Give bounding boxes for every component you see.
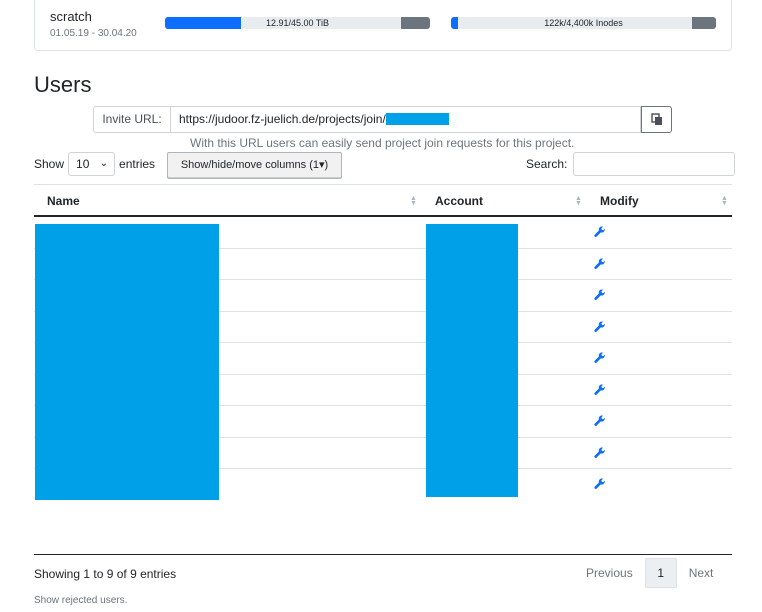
wrench-icon[interactable] [594, 352, 606, 364]
column-header-modify[interactable]: Modify [600, 185, 639, 217]
column-visibility-label: Show/hide/move columns (1 [180, 159, 319, 171]
search-control: Search: [526, 152, 736, 176]
next-button[interactable]: Next [677, 558, 726, 588]
table-info: Showing 1 to 9 of 9 entries [34, 567, 177, 581]
page-button-1[interactable]: 1 [644, 558, 677, 588]
storage-name: scratch [50, 9, 92, 24]
table-footer-divider [34, 554, 732, 555]
show-label: Show [34, 157, 65, 171]
redacted-accounts [426, 224, 518, 497]
table-header: Name ▲ ▼ Account ▲ ▼ Modify ▲ ▼ [34, 184, 732, 217]
sort-icon[interactable]: ▲ ▼ [410, 195, 417, 207]
sort-icon[interactable]: ▲ ▼ [575, 195, 582, 207]
pagination: Previous 1 Next [574, 558, 725, 588]
copy-url-button[interactable] [641, 106, 672, 133]
invite-url-hint: With this URL users can easily send proj… [190, 136, 575, 150]
invite-url-text: https://judoor.fz-juelich.de/projects/jo… [179, 112, 386, 126]
eye-icon: ▾) [319, 159, 329, 171]
search-label: Search: [526, 157, 568, 171]
redacted-names [35, 224, 219, 500]
wrench-icon[interactable] [594, 321, 606, 333]
search-input[interactable] [573, 152, 736, 176]
page-length-control: Show 10 ⌄ entries [34, 152, 155, 176]
wrench-icon[interactable] [594, 384, 606, 396]
wrench-icon[interactable] [594, 478, 606, 490]
inode-usage-text: 122k/4,400k Inodes [544, 18, 623, 28]
copy-icon [650, 113, 662, 125]
page-length-select[interactable]: 10 ⌄ [68, 152, 116, 176]
wrench-icon[interactable] [594, 226, 606, 238]
column-header-account[interactable]: Account [435, 185, 483, 217]
inode-usage-bar: 122k/4,400k Inodes [451, 17, 716, 29]
wrench-icon[interactable] [594, 289, 606, 301]
wrench-icon[interactable] [594, 415, 606, 427]
wrench-icon[interactable] [594, 258, 606, 270]
space-usage-bar: 12.91/45.00 TiB [165, 17, 430, 29]
invite-url-field[interactable]: https://judoor.fz-juelich.de/projects/jo… [171, 106, 641, 133]
previous-button[interactable]: Previous [574, 558, 645, 588]
show-rejected-users-link[interactable]: Show rejected users. [34, 595, 127, 606]
wrench-icon[interactable] [594, 447, 606, 459]
chevron-down-icon: ⌄ [99, 158, 109, 169]
column-header-name[interactable]: Name [47, 185, 80, 217]
page-length-value: 10 [76, 157, 90, 171]
invite-url-group: Invite URL: https://judoor.fz-juelich.de… [93, 106, 672, 133]
entries-label: entries [119, 157, 156, 171]
storage-card: scratch 01.05.19 - 30.04.20 12.91/45.00 … [34, 0, 732, 51]
storage-dates: 01.05.19 - 30.04.20 [50, 28, 137, 39]
users-heading: Users [34, 72, 92, 97]
sort-icon[interactable]: ▲ ▼ [721, 195, 728, 207]
space-usage-text: 12.91/45.00 TiB [265, 18, 330, 28]
redacted-token [385, 113, 449, 125]
column-visibility-button[interactable]: Show/hide/move columns (1▾) [167, 152, 342, 179]
invite-url-label: Invite URL: [93, 106, 171, 133]
